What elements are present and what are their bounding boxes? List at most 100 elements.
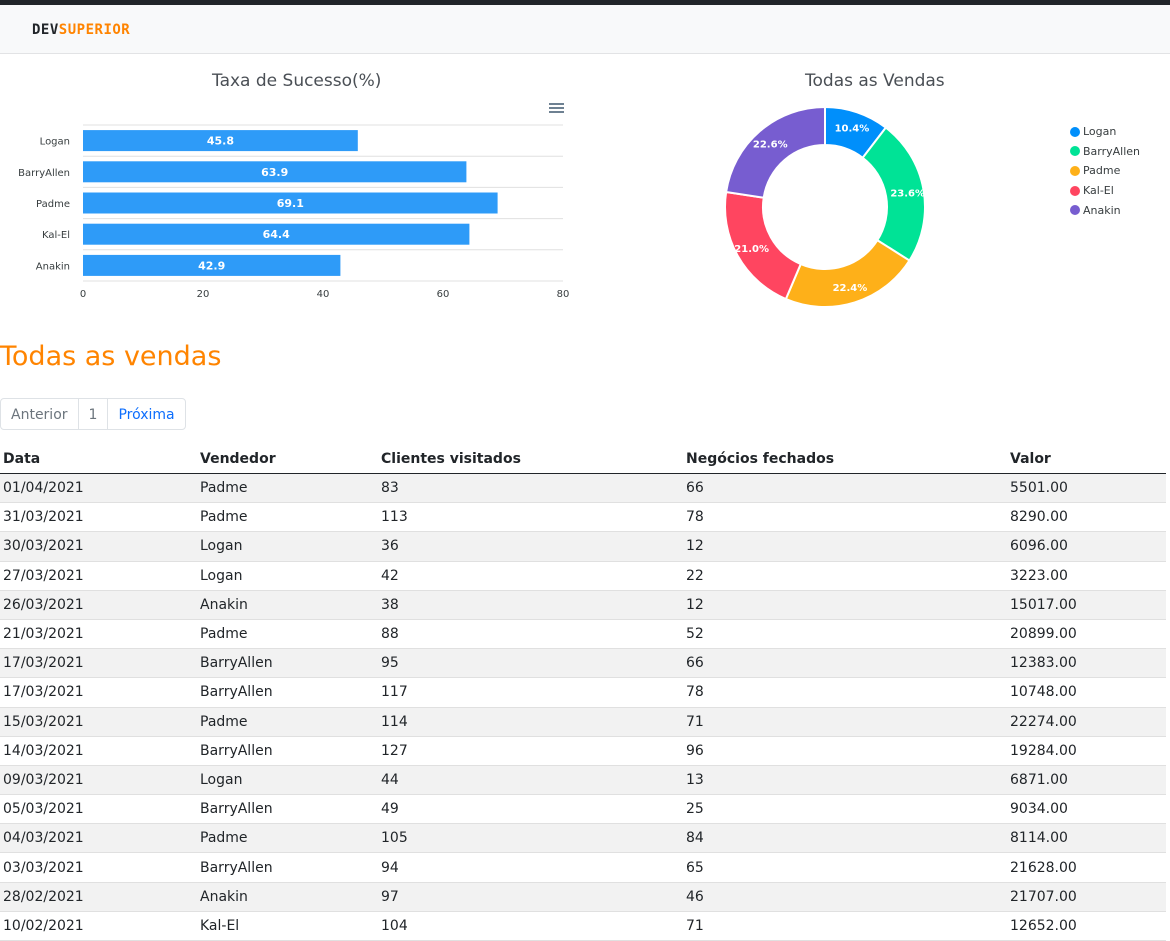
legend-item[interactable]: Anakin (1070, 200, 1140, 220)
cell-date: 10/02/2021 (0, 911, 197, 941)
brand-part-superior: SUPERIOR (58, 22, 131, 38)
cell-seller: Padme (197, 707, 378, 737)
legend-item[interactable]: Kal-El (1070, 181, 1140, 201)
cell-visited: 42 (378, 561, 683, 591)
cell-amount: 21707.00 (1007, 882, 1166, 912)
table-row: 30/03/2021 Logan 36 12 6096.00 (0, 531, 1166, 562)
table-row: 10/02/2021 Kal-El 104 71 12652.00 (0, 911, 1166, 941)
previous-page-button[interactable]: Anterior (0, 398, 79, 430)
donut-slice-label: 21.0% (734, 244, 769, 255)
cell-seller: BarryAllen (197, 677, 378, 708)
cell-deals: 12 (683, 531, 1007, 562)
bar-x-tick-label: 80 (557, 289, 570, 300)
cell-seller: Anakin (197, 882, 378, 912)
table-row: 03/03/2021 BarryAllen 94 65 21628.00 (0, 852, 1166, 883)
cell-visited: 117 (378, 677, 683, 708)
donut-slice[interactable] (784, 238, 911, 308)
brand-logo[interactable]: DEVSUPERIOR (32, 22, 130, 38)
cell-deals: 65 (683, 852, 1007, 883)
hamburger-menu-icon[interactable] (549, 103, 564, 114)
bar-data-label: 63.9 (261, 166, 288, 179)
table-row: 17/03/2021 BarryAllen 95 66 12383.00 (0, 648, 1166, 679)
cell-visited: 44 (378, 765, 683, 796)
cell-seller: Logan (197, 765, 378, 796)
cell-deals: 12 (683, 590, 1007, 620)
bar-data-label: 64.4 (263, 228, 290, 241)
table-row: 04/03/2021 Padme 105 84 8114.00 (0, 823, 1166, 854)
bar-data-label: 69.1 (277, 197, 304, 210)
cell-deals: 96 (683, 736, 1007, 766)
navbar: DEVSUPERIOR (0, 5, 1170, 54)
bar-category-label: Anakin (36, 261, 70, 272)
cell-visited: 83 (378, 473, 683, 504)
legend-item[interactable]: BarryAllen (1070, 142, 1140, 162)
table-row: 05/03/2021 BarryAllen 49 25 9034.00 (0, 794, 1166, 825)
cell-date: 26/03/2021 (0, 590, 197, 620)
legend-label: Logan (1083, 125, 1117, 139)
cell-amount: 15017.00 (1007, 590, 1166, 620)
cell-amount: 12652.00 (1007, 911, 1166, 941)
cell-seller: Logan (197, 531, 378, 562)
donut-chart-title: Todas as Vendas (805, 71, 945, 91)
table-row: 27/03/2021 Logan 42 22 3223.00 (0, 561, 1166, 591)
cell-date: 14/03/2021 (0, 736, 197, 766)
cell-visited: 94 (378, 852, 683, 883)
sales-section-title: Todas as vendas (0, 341, 222, 372)
cell-deals: 71 (683, 707, 1007, 737)
legend-item[interactable]: Logan (1070, 122, 1140, 142)
table-row: 21/03/2021 Padme 88 52 20899.00 (0, 619, 1166, 650)
table-header-row: Data Vendedor Clientes visitados Negócio… (0, 445, 1166, 474)
legend-item[interactable]: Padme (1070, 161, 1140, 181)
bar-data-label: 42.9 (198, 259, 225, 272)
table-row: 17/03/2021 BarryAllen 117 78 10748.00 (0, 677, 1166, 708)
brand-part-dev: DEV (32, 22, 59, 38)
legend-label: Anakin (1083, 203, 1121, 217)
cell-amount: 9034.00 (1007, 794, 1166, 825)
legend-marker (1070, 205, 1080, 216)
cell-visited: 38 (378, 590, 683, 620)
cell-seller: Kal-El (197, 911, 378, 941)
bar-category-label: Kal-El (42, 230, 70, 241)
cell-amount: 6096.00 (1007, 531, 1166, 562)
donut-slice[interactable] (724, 105, 826, 199)
cell-deals: 78 (683, 502, 1007, 533)
cell-date: 01/04/2021 (0, 473, 197, 504)
cell-amount: 5501.00 (1007, 473, 1166, 504)
cell-seller: Anakin (197, 590, 378, 620)
legend-label: Padme (1083, 164, 1121, 178)
cell-deals: 66 (683, 648, 1007, 679)
legend-marker (1070, 185, 1080, 196)
header-seller: Vendedor (197, 445, 378, 474)
table-row: 01/04/2021 Padme 83 66 5501.00 (0, 473, 1166, 504)
cell-amount: 22274.00 (1007, 707, 1166, 737)
page-1-button[interactable]: 1 (77, 398, 109, 430)
cell-date: 15/03/2021 (0, 707, 197, 737)
bar-x-tick-label: 20 (197, 289, 210, 300)
legend-marker (1070, 165, 1080, 176)
header-deals: Negócios fechados (683, 445, 1007, 474)
cell-seller: Padme (197, 619, 378, 650)
cell-deals: 84 (683, 823, 1007, 854)
cell-date: 30/03/2021 (0, 531, 197, 562)
cell-visited: 95 (378, 648, 683, 679)
donut-slice-label: 10.4% (835, 123, 870, 134)
cell-seller: BarryAllen (197, 736, 378, 766)
next-page-button[interactable]: Próxima (107, 398, 186, 430)
cell-deals: 52 (683, 619, 1007, 650)
cell-date: 17/03/2021 (0, 677, 197, 708)
cell-visited: 88 (378, 619, 683, 650)
cell-date: 09/03/2021 (0, 765, 197, 796)
bar-x-tick-label: 60 (437, 289, 450, 300)
cell-date: 03/03/2021 (0, 852, 197, 883)
cell-seller: Padme (197, 473, 378, 504)
table-row: 26/03/2021 Anakin 38 12 15017.00 (0, 590, 1166, 620)
donut-slice-label: 23.6% (890, 188, 925, 199)
cell-visited: 113 (378, 502, 683, 533)
cell-deals: 46 (683, 882, 1007, 912)
cell-seller: BarryAllen (197, 852, 378, 883)
cell-visited: 127 (378, 736, 683, 766)
legend-marker (1070, 146, 1080, 157)
cell-amount: 21628.00 (1007, 852, 1166, 883)
cell-deals: 66 (683, 473, 1007, 504)
cell-amount: 3223.00 (1007, 561, 1166, 591)
